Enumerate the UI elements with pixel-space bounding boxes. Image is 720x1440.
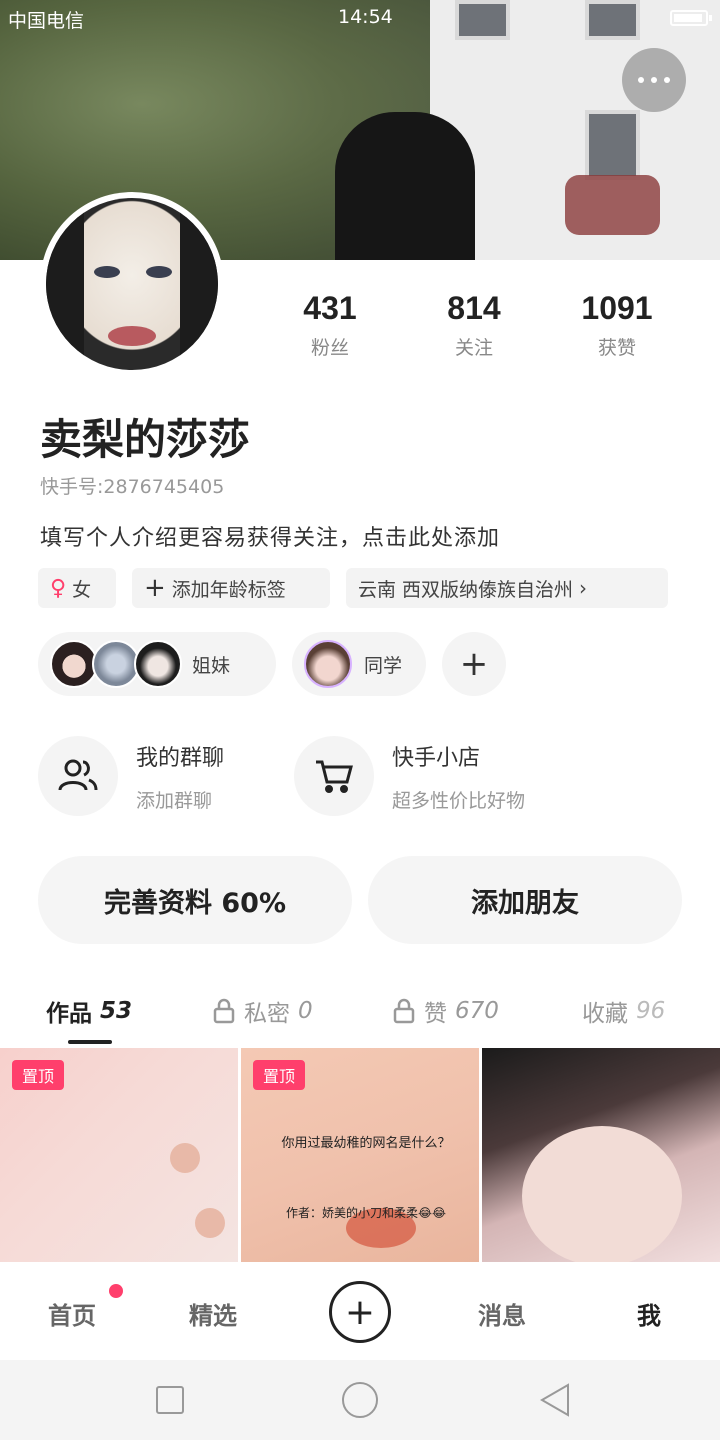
gender-label: 女 (72, 578, 92, 601)
chevron-right-icon: › (579, 576, 588, 600)
bottom-nav: 首页 精选 + 消息 我 (0, 1262, 720, 1360)
content-tabs: 作品 53 私密 0 赞 670 收藏 96 (0, 986, 720, 1046)
home-circle-icon[interactable] (342, 1382, 378, 1418)
status-bar: 中国电信 14:54 (0, 0, 720, 36)
kwai-shop-title: 快手小店 (392, 746, 481, 771)
kwai-id[interactable]: 快手号:2876745405 (40, 472, 224, 499)
age-tag-label: 添加年龄标签 (171, 578, 286, 601)
kwai-shop-entry[interactable]: 快手小店 超多性价比好物 (294, 736, 594, 816)
group-chat-subtitle: 添加群聊 (136, 790, 213, 812)
likes-count: 1091 (581, 290, 653, 326)
likes-label: 获赞 (597, 337, 636, 359)
tab-favorites[interactable]: 收藏 96 (582, 994, 665, 1028)
tab-private[interactable]: 私密 0 (212, 994, 313, 1028)
cover-person (335, 112, 475, 260)
nav-featured[interactable]: 精选 (189, 1296, 237, 1331)
group-member-avatar (92, 640, 140, 688)
clock: 14:54 (338, 6, 393, 28)
group-member-avatar (134, 640, 182, 688)
plus-icon: + (459, 644, 489, 684)
location-label: 云南 西双版纳傣族自治州 (358, 578, 574, 601)
lock-icon (213, 998, 235, 1024)
active-tab-indicator (68, 1040, 112, 1044)
battery-icon (670, 10, 712, 26)
plus-icon: + (344, 1291, 376, 1333)
shopping-cart-icon (294, 736, 374, 816)
followers-label: 粉丝 (310, 337, 349, 359)
nav-messages[interactable]: 消息 (478, 1296, 526, 1331)
video-thumbnail[interactable]: 置顶 你用过最幼稚的网名是什么？ 作者：娇美的小刀和柔柔😂😂 (241, 1048, 479, 1262)
bio-prompt[interactable]: 填写个人介绍更容易获得关注，点击此处添加 (40, 520, 500, 552)
video-thumbnail[interactable]: 置顶 (0, 1048, 238, 1262)
location-tag[interactable]: 云南 西双版纳傣族自治州 › (346, 568, 668, 608)
tab-count: 53 (100, 998, 133, 1024)
gender-tag[interactable]: ♀ 女 (38, 568, 116, 608)
following-label: 关注 (454, 337, 493, 359)
tab-label: 作品 (46, 1001, 92, 1027)
group-chat-title: 我的群聊 (136, 746, 225, 771)
add-friend-button[interactable]: 添加朋友 (368, 856, 682, 944)
system-nav-bar (0, 1360, 720, 1440)
group-member-avatar (304, 640, 352, 688)
group-member-avatar (50, 640, 98, 688)
more-dots-icon (638, 77, 644, 83)
complete-profile-button[interactable]: 完善资料 60% (38, 856, 352, 944)
tab-label: 赞 (424, 1001, 447, 1027)
cover-car (565, 175, 660, 235)
tab-liked[interactable]: 赞 670 (392, 994, 499, 1028)
video-grid: 置顶 置顶 你用过最幼稚的网名是什么？ 作者：娇美的小刀和柔柔😂😂 (0, 1048, 720, 1262)
video-author: 作者：娇美的小刀和柔柔😂😂 (285, 1206, 447, 1220)
recent-apps-icon[interactable] (156, 1386, 184, 1414)
tab-count: 0 (298, 998, 313, 1024)
followers-count: 431 (303, 290, 357, 326)
kwai-shop-subtitle: 超多性价比好物 (392, 790, 526, 812)
carrier-label: 中国电信 (8, 10, 85, 32)
pinned-badge: 置顶 (253, 1060, 306, 1090)
tab-count: 670 (455, 998, 499, 1024)
avatar-image (46, 198, 218, 370)
back-triangle-icon[interactable] (538, 1382, 572, 1418)
group-label: 姐妹 (192, 654, 231, 677)
tab-label: 收藏 (582, 1001, 628, 1027)
group-label: 同学 (364, 654, 403, 677)
plus-icon: + (144, 573, 166, 603)
nav-me[interactable]: 我 (637, 1296, 661, 1331)
following-count: 814 (447, 290, 501, 326)
following-stat[interactable]: 814 关注 (414, 290, 534, 360)
more-options-button[interactable] (622, 48, 686, 112)
group-chat-entry[interactable]: 我的群聊 添加群聊 (38, 736, 278, 816)
likes-stat[interactable]: 1091 获赞 (557, 290, 677, 360)
tab-label: 私密 (244, 1001, 290, 1027)
people-icon (38, 736, 118, 816)
video-thumbnail[interactable] (482, 1048, 720, 1262)
nav-home[interactable]: 首页 (48, 1296, 96, 1331)
age-tag-button[interactable]: + 添加年龄标签 (132, 568, 330, 608)
tab-count: 96 (636, 998, 666, 1024)
tab-works[interactable]: 作品 53 (46, 994, 132, 1028)
lock-icon (393, 998, 415, 1024)
female-icon: ♀ (50, 575, 67, 601)
pinned-badge: 置顶 (12, 1060, 65, 1090)
notification-dot (109, 1284, 123, 1298)
video-caption: 你用过最幼稚的网名是什么？ (281, 1136, 451, 1151)
followers-stat[interactable]: 431 粉丝 (270, 290, 390, 360)
avatar[interactable] (40, 192, 224, 376)
group-sisters[interactable]: 姐妹 (38, 632, 276, 696)
add-group-button[interactable]: + (442, 632, 506, 696)
group-classmates[interactable]: 同学 (292, 632, 426, 696)
username: 卖梨的莎莎 (40, 415, 251, 464)
profile-stats: 431 粉丝 814 关注 1091 获赞 (260, 290, 700, 370)
create-button[interactable]: + (329, 1281, 391, 1343)
